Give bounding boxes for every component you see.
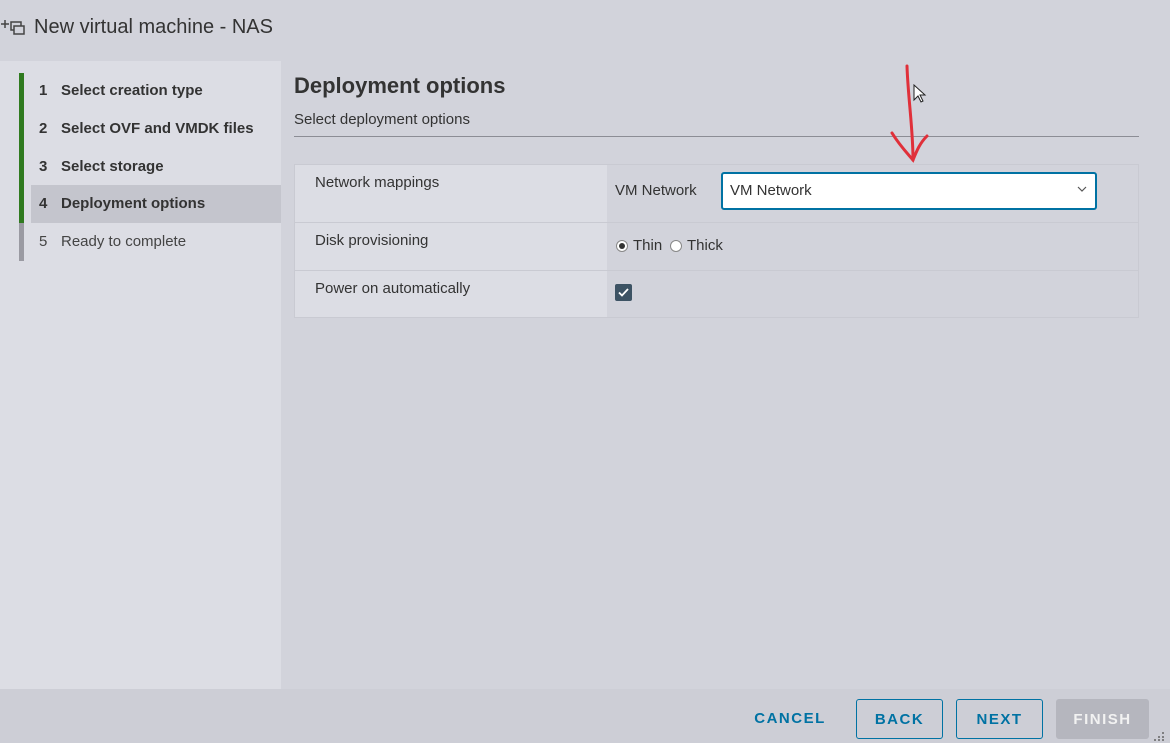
checkmark-icon [618, 288, 629, 297]
network-mappings-label: Network mappings [295, 165, 607, 222]
network-select-value: VM Network [730, 182, 812, 199]
step-number: 2 [39, 120, 48, 137]
back-button[interactable]: BACK [856, 699, 943, 739]
step-label: Deployment options [61, 195, 206, 212]
step-select-creation-type[interactable]: 1 Select creation type [31, 72, 281, 110]
page-subtitle: Select deployment options [294, 111, 470, 128]
thin-radio[interactable] [616, 239, 628, 252]
network-mappings-row: Network mappings VM Network VM Network [295, 165, 1138, 223]
finish-button: FINISH [1056, 699, 1149, 739]
chevron-down-icon [1077, 186, 1087, 192]
power-on-checkbox[interactable] [615, 284, 632, 301]
step-select-ovf-vmdk[interactable]: 2 Select OVF and VMDK files [31, 110, 281, 148]
page-title: Deployment options [294, 73, 506, 98]
step-label: Select storage [61, 158, 164, 175]
step-number: 5 [39, 233, 48, 250]
thick-radio[interactable] [670, 239, 682, 252]
step-number: 4 [39, 195, 48, 212]
mouse-cursor-icon [913, 84, 927, 103]
step-select-storage[interactable]: 3 Select storage [31, 148, 281, 186]
thin-radio-label: Thin [633, 237, 663, 254]
dialog-footer: CANCEL BACK NEXT FINISH [0, 689, 1170, 743]
red-arrow-annotation [890, 64, 929, 163]
resize-grip-icon[interactable] [1152, 731, 1166, 741]
thin-radio-option[interactable]: Thin [616, 237, 662, 254]
main-content: Deployment options Select deployment opt… [281, 61, 1170, 689]
thick-radio-label: Thick [687, 237, 723, 254]
step-number: 1 [39, 82, 48, 99]
step-deployment-options[interactable]: 4 Deployment options [31, 185, 281, 223]
power-on-label: Power on automatically [295, 271, 607, 317]
window-title: New virtual machine - NAS [34, 16, 273, 38]
divider [294, 136, 1139, 137]
title-bar: New virtual machine - NAS [0, 0, 1170, 61]
step-ready-to-complete: 5 Ready to complete [31, 223, 281, 261]
step-progress-done [19, 73, 24, 223]
step-label: Select OVF and VMDK files [61, 120, 254, 137]
disk-provisioning-row: Disk provisioning Thin Thick [295, 223, 1138, 271]
wizard-steps: 1 Select creation type 2 Select OVF and VM… [0, 61, 281, 689]
network-select[interactable]: VM Network [721, 172, 1097, 210]
cancel-button[interactable]: CANCEL [742, 699, 838, 739]
step-label: Ready to complete [61, 233, 187, 250]
step-number: 3 [39, 158, 48, 175]
power-on-row: Power on automatically [295, 271, 1138, 317]
step-label: Select creation type [61, 82, 203, 99]
step-progress-todo [19, 223, 24, 261]
next-button[interactable]: NEXT [956, 699, 1043, 739]
add-vm-icon [1, 20, 25, 35]
options-grid: Network mappings VM Network VM Network D… [294, 164, 1139, 318]
disk-provisioning-label: Disk provisioning [295, 223, 607, 270]
thick-radio-option[interactable]: Thick [670, 237, 723, 254]
source-network-label: VM Network [615, 182, 697, 199]
